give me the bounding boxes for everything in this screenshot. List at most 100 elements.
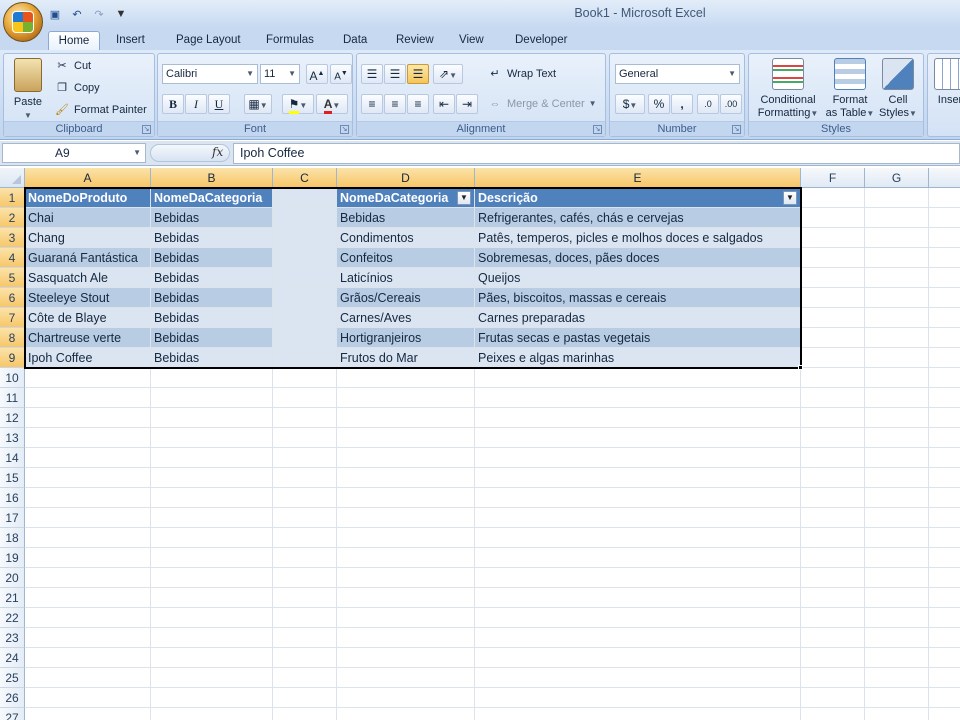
tab-insert[interactable]: Insert (112, 31, 149, 50)
column-header-a[interactable]: A (25, 168, 151, 188)
worksheet-grid[interactable]: ABCDEFGH12345678910111213141516171819202… (0, 168, 960, 720)
row-header-27[interactable]: 27 (0, 708, 25, 720)
row-header-22[interactable]: 22 (0, 608, 25, 628)
row-header-16[interactable]: 16 (0, 488, 25, 508)
insert-cells-button[interactable]: Inser (930, 58, 960, 107)
table-cell[interactable]: Chartreuse verte (25, 328, 150, 347)
select-all-button[interactable] (0, 168, 25, 188)
row-header-15[interactable]: 15 (0, 468, 25, 488)
row-header-25[interactable]: 25 (0, 668, 25, 688)
cell-styles-button[interactable]: Cell Styles ▼ (877, 58, 919, 120)
fill-color-button[interactable]: ⚑▼ (282, 94, 314, 114)
row-header-1[interactable]: 1 (0, 188, 25, 208)
office-button[interactable] (3, 2, 43, 42)
font-color-button[interactable]: A▼ (316, 94, 348, 114)
table-cell[interactable]: Frutas secas e pastas vegetais (475, 328, 800, 347)
filter-dropdown-icon[interactable]: ▼ (457, 191, 471, 205)
table-cell[interactable]: Bebidas (337, 208, 474, 227)
format-as-table-button[interactable]: Format as Table ▼ (824, 58, 876, 120)
table-cell[interactable]: Patês, temperos, picles e molhos doces e… (475, 228, 800, 247)
column-header-d[interactable]: D (337, 168, 475, 188)
comma-style-button[interactable]: , (671, 94, 693, 114)
row-header-19[interactable]: 19 (0, 548, 25, 568)
table-cell[interactable]: Laticínios (337, 268, 474, 287)
formula-input[interactable]: Ipoh Coffee (233, 143, 960, 164)
table-cell[interactable]: Sobremesas, doces, pães doces (475, 248, 800, 267)
row-header-3[interactable]: 3 (0, 228, 25, 248)
table-cell[interactable] (273, 328, 336, 347)
table-cell[interactable] (273, 248, 336, 267)
table-header-cell[interactable]: NomeDaCategoria ▼ (337, 188, 474, 207)
table-cell[interactable]: Condimentos (337, 228, 474, 247)
copy-button[interactable]: ❐ Copy (54, 78, 100, 98)
row-header-9[interactable]: 9 (0, 348, 25, 368)
decrease-indent-icon[interactable]: ⇤ (433, 94, 455, 114)
fill-handle[interactable] (798, 365, 803, 370)
table-cell[interactable]: Bebidas (151, 348, 272, 367)
increase-decimal-icon[interactable]: .0 (697, 94, 719, 114)
table-cell[interactable]: Bebidas (151, 328, 272, 347)
table-cell[interactable]: Peixes e algas marinhas (475, 348, 800, 367)
format-painter-button[interactable]: 🖌 Format Painter (54, 100, 147, 120)
table-cell[interactable] (273, 288, 336, 307)
table-cell[interactable]: Pães, biscoitos, massas e cereais (475, 288, 800, 307)
align-left-icon[interactable]: ≡ (361, 94, 383, 114)
font-family-select[interactable]: Calibri ▼ (162, 64, 258, 84)
merge-center-button[interactable]: ⇔ Merge & Center ▼ (487, 94, 597, 114)
tab-page-layout[interactable]: Page Layout (172, 31, 245, 50)
table-cell[interactable]: Frutos do Mar (337, 348, 474, 367)
clipboard-launcher-icon[interactable]: ↘ (142, 125, 151, 134)
underline-button[interactable]: U (208, 94, 230, 114)
table-cell[interactable]: Ipoh Coffee (25, 348, 150, 367)
table-cell[interactable]: Carnes/Aves (337, 308, 474, 327)
table-cell[interactable] (273, 188, 336, 207)
conditional-formatting-button[interactable]: Conditional Formatting ▼ (753, 58, 823, 120)
align-center-icon[interactable]: ≡ (384, 94, 406, 114)
row-header-10[interactable]: 10 (0, 368, 25, 388)
row-header-11[interactable]: 11 (0, 388, 25, 408)
name-box[interactable]: A9 ▼ (2, 143, 146, 163)
table-cell[interactable]: Confeitos (337, 248, 474, 267)
shrink-font-button[interactable]: A▼ (330, 64, 352, 84)
table-cell[interactable] (273, 228, 336, 247)
percent-style-button[interactable]: % (648, 94, 670, 114)
table-cell[interactable] (273, 348, 336, 367)
filter-dropdown-icon[interactable]: ▼ (783, 191, 797, 205)
tab-data[interactable]: Data (339, 31, 371, 50)
align-bottom-icon[interactable]: ☰ (407, 64, 429, 84)
table-cell[interactable]: Bebidas (151, 208, 272, 227)
table-cell[interactable]: Hortigranjeiros (337, 328, 474, 347)
column-header-b[interactable]: B (151, 168, 273, 188)
orientation-icon[interactable]: ⇗▼ (433, 64, 463, 84)
tab-formulas[interactable]: Formulas (262, 31, 318, 50)
table-cell[interactable]: Sasquatch Ale (25, 268, 150, 287)
row-header-5[interactable]: 5 (0, 268, 25, 288)
tab-review[interactable]: Review (392, 31, 438, 50)
align-top-icon[interactable]: ☰ (361, 64, 383, 84)
table-cell[interactable]: Carnes preparadas (475, 308, 800, 327)
table-cell[interactable]: Bebidas (151, 268, 272, 287)
grow-font-button[interactable]: A▲ (306, 64, 328, 84)
row-header-23[interactable]: 23 (0, 628, 25, 648)
column-header-e[interactable]: E (475, 168, 801, 188)
column-header-f[interactable]: F (801, 168, 865, 188)
row-header-13[interactable]: 13 (0, 428, 25, 448)
row-header-17[interactable]: 17 (0, 508, 25, 528)
table-cell[interactable]: Grãos/Cereais (337, 288, 474, 307)
paste-button[interactable]: Paste ▼ (8, 58, 48, 122)
row-header-24[interactable]: 24 (0, 648, 25, 668)
align-middle-icon[interactable]: ☰ (384, 64, 406, 84)
increase-indent-icon[interactable]: ⇥ (456, 94, 478, 114)
row-header-18[interactable]: 18 (0, 528, 25, 548)
column-header-c[interactable]: C (273, 168, 337, 188)
row-header-26[interactable]: 26 (0, 688, 25, 708)
accounting-format-icon[interactable]: $▼ (615, 94, 645, 114)
number-launcher-icon[interactable]: ↘ (732, 125, 741, 134)
tab-home[interactable]: Home (48, 31, 100, 50)
font-size-select[interactable]: 11 ▼ (260, 64, 300, 84)
table-cell[interactable]: Chang (25, 228, 150, 247)
table-cell[interactable]: Chai (25, 208, 150, 227)
insert-function-icon[interactable]: fx (212, 145, 223, 159)
decrease-decimal-icon[interactable]: .00 (720, 94, 742, 114)
italic-button[interactable]: I (185, 94, 207, 114)
